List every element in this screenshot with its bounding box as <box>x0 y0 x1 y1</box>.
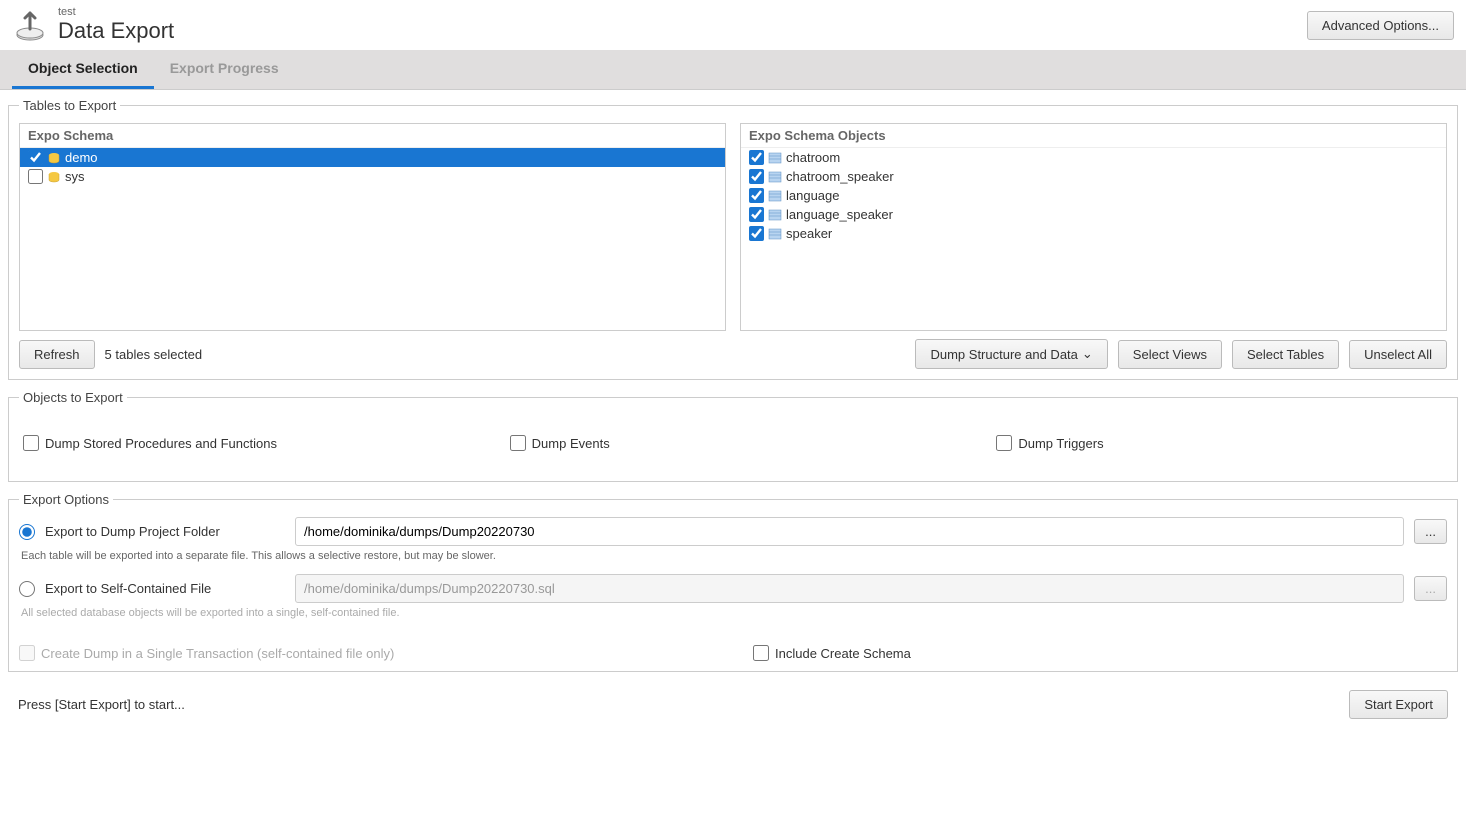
table-icon <box>768 208 782 222</box>
dump-mode-dropdown[interactable]: Dump Structure and Data ⌄ <box>915 339 1107 369</box>
schema-checkbox-demo[interactable] <box>28 150 43 165</box>
object-label: speaker <box>786 226 832 241</box>
table-icon <box>768 170 782 184</box>
tables-legend: Tables to Export <box>19 98 120 113</box>
header-left: test Data Export <box>12 6 174 44</box>
header-subtitle: test <box>58 6 174 18</box>
schema-label: sys <box>65 169 85 184</box>
object-item[interactable]: chatroom <box>741 148 1446 167</box>
extra-checks-row: Create Dump in a Single Transaction (sel… <box>19 645 1447 661</box>
tables-to-export-section: Tables to Export Expo Schema demo sys <box>8 98 1458 380</box>
include-schema-label: Include Create Schema <box>775 646 911 661</box>
dump-events-label: Dump Events <box>532 436 610 451</box>
advanced-options-button[interactable]: Advanced Options... <box>1307 11 1454 40</box>
export-options-section: Export Options Export to Dump Project Fo… <box>8 492 1458 672</box>
objects-to-export-section: Objects to Export Dump Stored Procedures… <box>8 390 1458 482</box>
schema-icon <box>47 170 61 184</box>
include-schema-wrap[interactable]: Include Create Schema <box>753 645 1447 661</box>
object-checkbox[interactable] <box>749 226 764 241</box>
dump-events-checkbox[interactable] <box>510 435 526 451</box>
object-item[interactable]: speaker <box>741 224 1446 243</box>
dump-triggers-checkbox[interactable] <box>996 435 1012 451</box>
object-checkbox[interactable] <box>749 188 764 203</box>
dump-procedures-label: Dump Stored Procedures and Functions <box>45 436 277 451</box>
export-file-row: Export to Self-Contained File ... <box>19 574 1447 603</box>
dump-procedures-checkbox-wrap[interactable]: Dump Stored Procedures and Functions <box>23 435 470 451</box>
export-file-label: Export to Self-Contained File <box>45 581 285 596</box>
header-text: test Data Export <box>58 6 174 44</box>
table-icon <box>768 151 782 165</box>
dump-triggers-label: Dump Triggers <box>1018 436 1103 451</box>
tab-bar: Object Selection Export Progress <box>0 50 1466 90</box>
chevron-down-icon: ⌄ <box>1082 346 1093 362</box>
object-checkbox[interactable] <box>749 207 764 222</box>
dump-procedures-checkbox[interactable] <box>23 435 39 451</box>
object-checkbox[interactable] <box>749 150 764 165</box>
tables-action-row: Refresh 5 tables selected Dump Structure… <box>19 339 1447 369</box>
content: Tables to Export Expo Schema demo sys <box>0 90 1466 735</box>
single-transaction-checkbox <box>19 645 35 661</box>
tables-row: Expo Schema demo sys Expo Sche <box>19 123 1447 331</box>
start-export-button[interactable]: Start Export <box>1349 690 1448 719</box>
objects-legend: Objects to Export <box>19 390 127 405</box>
export-file-radio[interactable] <box>19 581 35 597</box>
export-folder-hint: Each table will be exported into a separ… <box>21 550 1447 562</box>
dump-mode-label: Dump Structure and Data <box>930 347 1077 362</box>
export-folder-label: Export to Dump Project Folder <box>45 524 285 539</box>
object-checkbox[interactable] <box>749 169 764 184</box>
export-folder-radio[interactable] <box>19 524 35 540</box>
schema-item-sys[interactable]: sys <box>20 167 725 186</box>
tab-object-selection[interactable]: Object Selection <box>12 50 154 89</box>
dump-triggers-checkbox-wrap[interactable]: Dump Triggers <box>996 435 1443 451</box>
include-schema-checkbox[interactable] <box>753 645 769 661</box>
browse-file-button[interactable]: ... <box>1414 576 1447 601</box>
table-icon <box>768 227 782 241</box>
object-label: chatroom_speaker <box>786 169 894 184</box>
table-icon <box>768 189 782 203</box>
select-views-button[interactable]: Select Views <box>1118 340 1222 369</box>
object-label: language <box>786 188 840 203</box>
objects-list[interactable]: Expo Schema Objects chatroom chatroom_sp… <box>740 123 1447 331</box>
export-file-hint: All selected database objects will be ex… <box>21 607 1447 619</box>
single-transaction-label: Create Dump in a Single Transaction (sel… <box>41 646 394 661</box>
object-item[interactable]: language_speaker <box>741 205 1446 224</box>
select-tables-button[interactable]: Select Tables <box>1232 340 1339 369</box>
unselect-all-button[interactable]: Unselect All <box>1349 340 1447 369</box>
object-item[interactable]: language <box>741 186 1446 205</box>
schema-item-demo[interactable]: demo <box>20 148 725 167</box>
header-bar: test Data Export Advanced Options... <box>0 0 1466 50</box>
object-label: language_speaker <box>786 207 893 222</box>
dump-events-checkbox-wrap[interactable]: Dump Events <box>510 435 957 451</box>
schema-list-header: Expo Schema <box>20 124 725 148</box>
single-transaction-wrap: Create Dump in a Single Transaction (sel… <box>19 645 713 661</box>
tab-export-progress[interactable]: Export Progress <box>154 50 295 89</box>
schema-label: demo <box>65 150 98 165</box>
browse-folder-button[interactable]: ... <box>1414 519 1447 544</box>
object-label: chatroom <box>786 150 840 165</box>
objects-row: Dump Stored Procedures and Functions Dum… <box>19 415 1447 471</box>
refresh-button[interactable]: Refresh <box>19 340 95 369</box>
schema-checkbox-sys[interactable] <box>28 169 43 184</box>
status-text: Press [Start Export] to start... <box>18 697 185 712</box>
objects-list-header: Expo Schema Objects <box>741 124 1446 148</box>
export-file-path-input[interactable] <box>295 574 1404 603</box>
export-options-legend: Export Options <box>19 492 113 507</box>
export-folder-row: Export to Dump Project Folder ... <box>19 517 1447 546</box>
export-folder-path-input[interactable] <box>295 517 1404 546</box>
export-icon <box>12 7 48 43</box>
schema-list[interactable]: Expo Schema demo sys <box>19 123 726 331</box>
selected-count-text: 5 tables selected <box>105 347 203 362</box>
header-title: Data Export <box>58 18 174 44</box>
schema-icon <box>47 151 61 165</box>
object-item[interactable]: chatroom_speaker <box>741 167 1446 186</box>
footer: Press [Start Export] to start... Start E… <box>8 682 1458 727</box>
